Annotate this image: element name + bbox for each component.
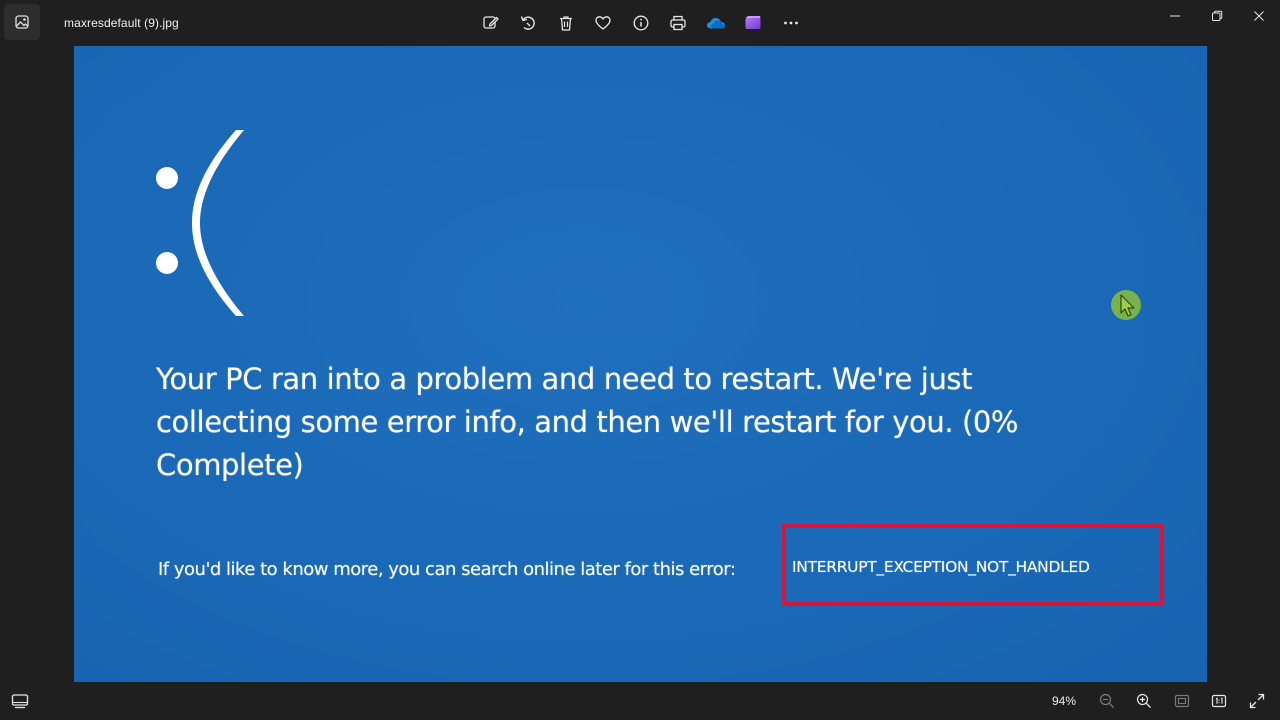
print-button[interactable] xyxy=(660,7,698,39)
favorite-heart-icon xyxy=(595,16,611,30)
zoom-out-icon xyxy=(1099,693,1114,708)
fit-to-window-button[interactable] xyxy=(1163,685,1201,717)
close-icon xyxy=(1254,11,1264,21)
close-button[interactable] xyxy=(1238,0,1280,32)
onedrive-button[interactable] xyxy=(697,7,735,39)
edit-image-button[interactable] xyxy=(472,7,510,39)
photos-app-window: maxresdefault (9).jpg Your PC ran into a… xyxy=(0,0,1280,720)
edit-image-icon xyxy=(483,16,499,29)
file-name-title: maxresdefault (9).jpg xyxy=(64,16,179,30)
title-bar: maxresdefault (9).jpg xyxy=(0,0,1280,46)
file-info-button[interactable] xyxy=(622,7,660,39)
image-toolbar xyxy=(472,7,810,39)
bsod-info-text: If you'd like to know more, you can sear… xyxy=(158,558,736,580)
zoom-tools xyxy=(1088,685,1276,717)
photos-logo-icon xyxy=(15,15,29,29)
status-bar: 94% xyxy=(0,682,1280,720)
zoom-in-icon xyxy=(1137,693,1152,708)
zoom-out-button[interactable] xyxy=(1088,685,1126,717)
restore-icon xyxy=(1212,10,1223,21)
clipchamp-icon xyxy=(745,16,761,29)
full-screen-button[interactable] xyxy=(1238,685,1276,717)
delete-icon xyxy=(559,16,572,31)
minimize-icon xyxy=(1170,15,1180,17)
window-controls xyxy=(1154,0,1280,32)
stop-code-highlight-box xyxy=(782,524,1164,606)
filmstrip-icon xyxy=(11,694,29,709)
full-screen-icon xyxy=(1249,693,1264,709)
clipchamp-button[interactable] xyxy=(735,7,773,39)
actual-size-button[interactable] xyxy=(1201,685,1239,717)
minimize-button[interactable] xyxy=(1154,0,1196,32)
restore-button[interactable] xyxy=(1196,0,1238,32)
rotate-button[interactable] xyxy=(510,7,548,39)
fit-to-window-icon xyxy=(1174,694,1189,708)
print-icon xyxy=(670,15,686,31)
bsod-error-message: Your PC ran into a problem and need to r… xyxy=(156,362,1019,482)
sad-face-emoticon xyxy=(156,130,244,316)
zoom-in-button[interactable] xyxy=(1126,685,1164,717)
file-info-icon xyxy=(633,15,649,31)
image-viewer-canvas[interactable]: Your PC ran into a problem and need to r… xyxy=(74,46,1207,682)
delete-button[interactable] xyxy=(547,7,585,39)
photos-app-icon[interactable] xyxy=(4,4,40,40)
rotate-icon xyxy=(521,16,536,30)
zoom-level-label[interactable]: 94% xyxy=(1052,694,1076,708)
mouse-cursor-icon xyxy=(1111,290,1141,320)
filmstrip-toggle-button[interactable] xyxy=(4,685,36,717)
bsod-info-row: If you'd like to know more, you can sear… xyxy=(158,556,736,582)
actual-size-icon xyxy=(1212,694,1227,708)
onedrive-cloud-icon xyxy=(706,18,725,29)
favorite-button[interactable] xyxy=(585,7,623,39)
more-options-button[interactable] xyxy=(772,7,810,39)
more-options-icon xyxy=(783,21,798,25)
